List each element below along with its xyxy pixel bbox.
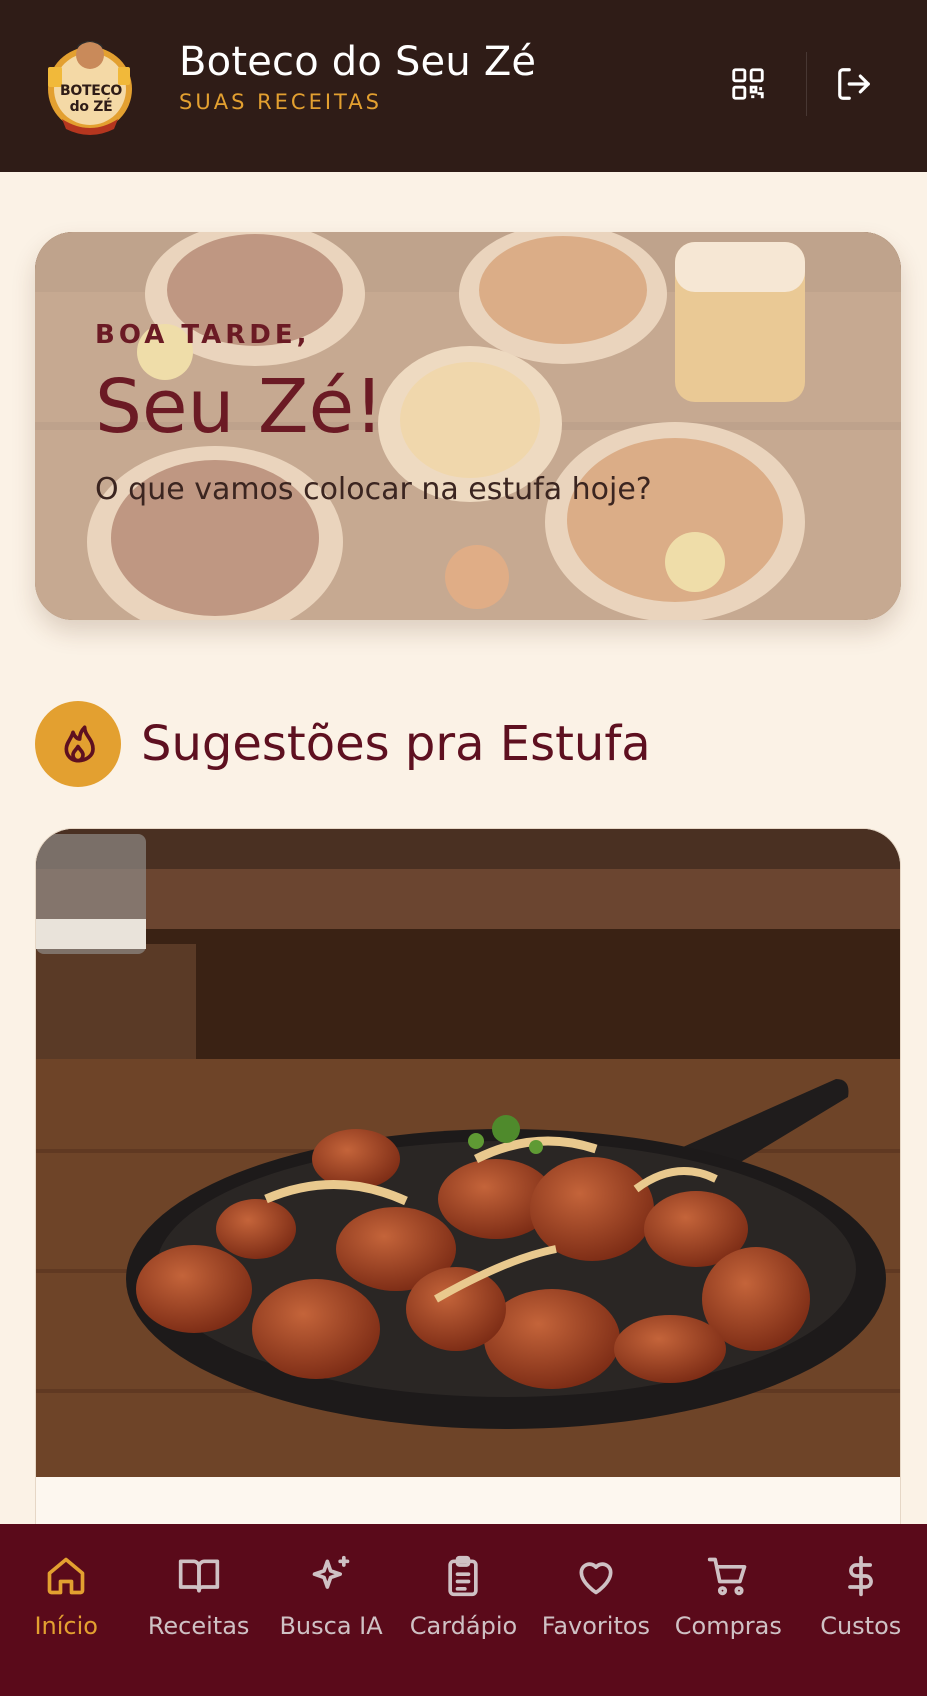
nav-label: Busca IA	[279, 1612, 383, 1640]
nav-label: Compras	[674, 1612, 782, 1640]
nav-busca-ia[interactable]: Busca IA	[265, 1524, 397, 1696]
nav-label: Início	[34, 1612, 98, 1640]
nav-label: Receitas	[147, 1612, 250, 1640]
flame-icon	[64, 725, 95, 763]
dollar-icon	[847, 1555, 873, 1597]
book-icon	[178, 1559, 219, 1593]
clipboard-icon	[448, 1555, 479, 1597]
nav-label: Favoritos	[541, 1612, 651, 1640]
hero-question: O que vamos colocar na estufa hoje?	[95, 472, 652, 507]
greeting-text: BOA TARDE,	[95, 320, 311, 350]
nav-favoritos[interactable]: Favoritos	[530, 1524, 662, 1696]
cart-icon	[708, 1557, 747, 1596]
recipe-photo	[36, 829, 900, 1477]
qr-code-button[interactable]	[724, 60, 772, 108]
heart-icon	[579, 1562, 613, 1595]
suggestions-section-header: Sugestões pra Estufa	[35, 700, 651, 788]
nav-compras[interactable]: Compras	[662, 1524, 794, 1696]
nav-custos[interactable]: Custos	[795, 1524, 927, 1696]
logout-icon	[838, 68, 870, 100]
bottom-navigation: Início Receitas Busca IA Cardápio Favori…	[0, 1524, 927, 1696]
qr-code-icon	[732, 68, 764, 100]
nav-cardapio[interactable]: Cardápio	[397, 1524, 529, 1696]
nav-label: Cardápio	[409, 1612, 518, 1640]
logout-button[interactable]	[830, 60, 878, 108]
greeting-hero-card: BOA TARDE, Seu Zé! O que vamos colocar n…	[35, 232, 901, 620]
boteco-logo: BOTECO do ZÉ	[40, 33, 140, 137]
app-header: BOTECO do ZÉ Boteco do Seu Zé SUAS RECEI…	[0, 0, 927, 172]
sparkles-icon	[312, 1555, 350, 1589]
app-title: Boteco do Seu Zé	[179, 39, 537, 85]
flame-badge	[35, 701, 121, 787]
section-title: Sugestões pra Estufa	[141, 716, 651, 772]
nav-receitas[interactable]: Receitas	[132, 1524, 264, 1696]
nav-label: Custos	[820, 1612, 902, 1640]
home-icon	[47, 1557, 85, 1595]
logo-wordmark: BOTECO do ZÉ	[59, 83, 123, 115]
header-divider	[806, 52, 807, 116]
app-subtitle: SUAS RECEITAS	[179, 90, 382, 114]
user-name: Seu Zé!	[95, 364, 384, 450]
nav-inicio[interactable]: Início	[0, 1524, 132, 1696]
